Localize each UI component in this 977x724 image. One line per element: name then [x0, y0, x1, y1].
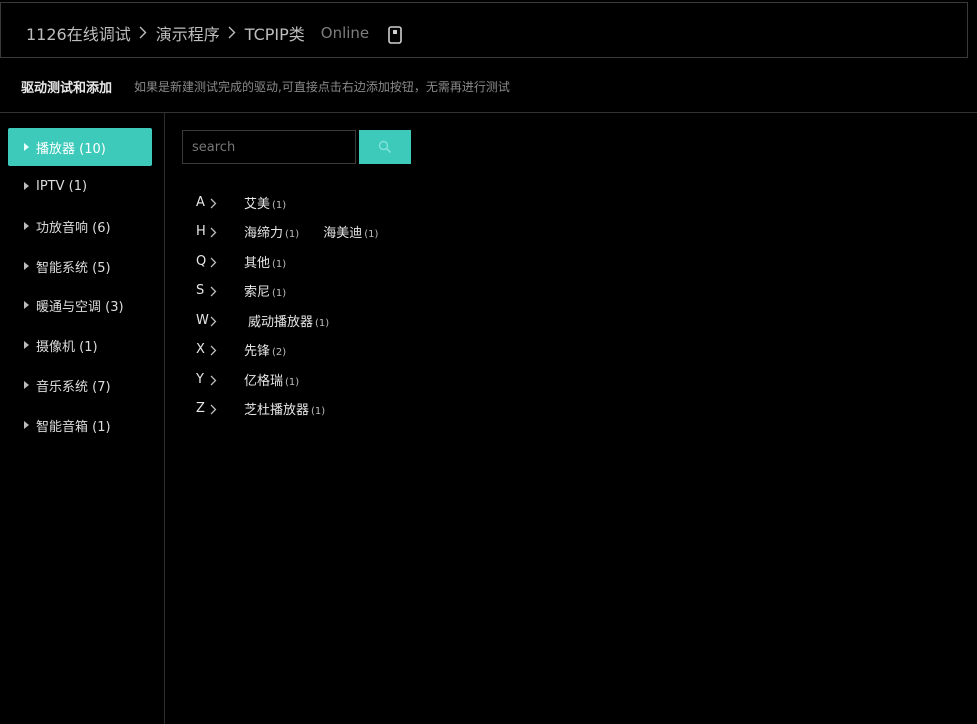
caret-right-icon [24, 143, 29, 151]
top-header: 1126在线调试 演示程序 TCPIP类 Online [0, 2, 968, 58]
brand-link[interactable]: 亿格瑞 (1) [244, 370, 299, 389]
brand-link[interactable]: 其他 (1) [244, 252, 286, 271]
sidebar-item-label: 播放器 (10) [36, 141, 106, 157]
sidebar-item-label: IPTV (1) [36, 178, 88, 194]
brand-group-w: W 威动播放器 (1) [196, 310, 353, 330]
device-icon[interactable] [388, 26, 402, 44]
category-sidebar: 播放器 (10) IPTV (1) 功放音响 (6) 智能系统 (5) 暖通与空… [0, 113, 165, 724]
brand-link[interactable]: 海缔力 (1) [244, 222, 299, 241]
brand-index-letter: H [196, 223, 206, 239]
breadcrumb-separator [139, 24, 147, 43]
chevron-right-icon [210, 195, 220, 209]
brand-index-letter: Y [196, 371, 204, 387]
section-header: 驱动测试和添加 如果是新建测试完成的驱动,可直接点击右边添加按钮，无需再进行测试 [0, 58, 977, 113]
brand-group-q: Q 其他 (1) [196, 251, 310, 271]
brand-link[interactable]: 威动播放器 (1) [248, 311, 329, 330]
brand-link[interactable]: 芝杜播放器 (1) [244, 399, 325, 418]
breadcrumb-item-home[interactable]: 1126在线调试 [26, 21, 131, 45]
brand-index-letter: S [196, 282, 205, 298]
caret-right-icon [24, 421, 29, 429]
sidebar-item-smart-speaker[interactable]: 智能音箱 (1) [8, 406, 152, 444]
brand-index-letter: A [196, 194, 205, 210]
sidebar-item-iptv[interactable]: IPTV (1) [8, 167, 152, 205]
brand-index-letter: W [196, 312, 209, 328]
sidebar-item-camera[interactable]: 摄像机 (1) [8, 326, 152, 364]
chevron-right-icon [210, 254, 220, 268]
brand-group-x: X 先锋 (2) [196, 339, 310, 359]
search-input[interactable] [182, 130, 356, 164]
brand-index-letter: Q [196, 253, 207, 269]
sidebar-item-label: 智能系统 (5) [36, 260, 111, 276]
breadcrumb-separator [228, 24, 236, 43]
caret-right-icon [24, 222, 29, 230]
sidebar-item-label: 智能音箱 (1) [36, 419, 111, 435]
chevron-right-icon [210, 224, 220, 238]
brand-link[interactable]: 海美迪 (1) [323, 222, 378, 241]
breadcrumb-item-demo[interactable]: 演示程序 [156, 21, 220, 45]
caret-right-icon [24, 381, 29, 389]
caret-right-icon [24, 341, 29, 349]
breadcrumb-item-current: TCPIP类 [244, 25, 305, 44]
sidebar-item-player[interactable]: 播放器 (10) [8, 128, 152, 166]
brand-link[interactable]: 先锋 (2) [244, 340, 286, 359]
brand-link[interactable]: 索尼 (1) [244, 281, 286, 300]
chevron-right-icon [210, 283, 220, 297]
chevron-right-icon [210, 401, 220, 415]
sidebar-item-hvac[interactable]: 暖通与空调 (3) [8, 286, 152, 324]
brand-group-s: S 索尼 (1) [196, 280, 310, 300]
brand-group-h: H 海缔力 (1) 海美迪 (1) [196, 221, 402, 241]
brand-group-a: A 艾美 (1) [196, 192, 310, 212]
brand-link[interactable]: 艾美 (1) [244, 193, 286, 212]
sidebar-item-smart-system[interactable]: 智能系统 (5) [8, 247, 152, 285]
chevron-right-icon [210, 372, 220, 386]
caret-right-icon [24, 262, 29, 270]
search-icon [378, 140, 392, 154]
caret-right-icon [24, 301, 29, 309]
breadcrumb: 1126在线调试 演示程序 TCPIP类 Online [26, 21, 402, 45]
section-title: 驱动测试和添加 [21, 81, 113, 96]
search-button[interactable] [359, 130, 411, 164]
sidebar-item-label: 音乐系统 (7) [36, 379, 111, 395]
chevron-right-icon [210, 313, 220, 327]
sidebar-item-label: 摄像机 (1) [36, 339, 98, 355]
brand-index-letter: X [196, 341, 205, 357]
section-description: 如果是新建测试完成的驱动,可直接点击右边添加按钮，无需再进行测试 [134, 80, 510, 94]
sidebar-item-label: 暖通与空调 (3) [36, 299, 124, 315]
chevron-right-icon [210, 342, 220, 356]
brand-index-letter: Z [196, 400, 205, 416]
brand-group-z: Z 芝杜播放器 (1) [196, 398, 349, 418]
brand-group-y: Y 亿格瑞 (1) [196, 369, 323, 389]
sidebar-item-amplifier[interactable]: 功放音响 (6) [8, 207, 152, 245]
caret-right-icon [24, 182, 29, 190]
connection-status: Online [320, 24, 370, 42]
sidebar-item-music-system[interactable]: 音乐系统 (7) [8, 366, 152, 404]
sidebar-item-label: 功放音响 (6) [36, 220, 111, 236]
